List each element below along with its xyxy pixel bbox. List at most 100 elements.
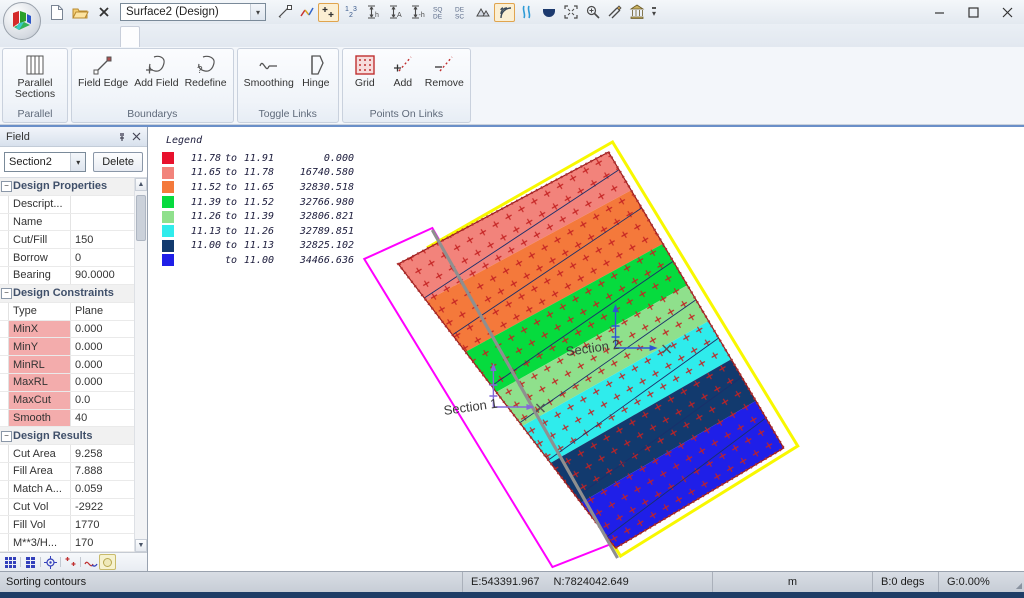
- new-document-icon[interactable]: [46, 3, 66, 21]
- zoom-window-icon[interactable]: [582, 3, 603, 22]
- property-row[interactable]: Borrow 0: [0, 249, 134, 268]
- property-value[interactable]: 0.000: [71, 338, 134, 355]
- menu-item[interactable]: [158, 26, 176, 47]
- set-height-a-icon[interactable]: A: [384, 3, 405, 22]
- property-value[interactable]: Plane: [71, 303, 134, 320]
- property-row[interactable]: MaxCut 0.0: [0, 391, 134, 410]
- menu-item[interactable]: [194, 26, 212, 47]
- redefine-button[interactable]: ? Redefine: [182, 51, 230, 90]
- scroll-up-icon[interactable]: ▲: [135, 178, 147, 191]
- menu-item[interactable]: [102, 26, 120, 47]
- target-icon[interactable]: [42, 554, 59, 570]
- de-sc-icon[interactable]: DE SC: [450, 3, 471, 22]
- scroll-down-icon[interactable]: ▼: [135, 539, 147, 552]
- smoothing-button[interactable]: Smoothing: [241, 51, 297, 90]
- property-row[interactable]: Smooth 40: [0, 409, 134, 428]
- parallel-sections-button[interactable]: Parallel Sections: [6, 51, 64, 101]
- property-row[interactable]: Design Constraints: [0, 284, 134, 303]
- grid-scrollbar[interactable]: ▲ ▼: [134, 178, 147, 552]
- menu-item[interactable]: [248, 26, 266, 47]
- property-row[interactable]: Type Plane: [0, 302, 134, 321]
- property-row[interactable]: Fill Area 7.888: [0, 463, 134, 481]
- grid-view-icon[interactable]: [2, 554, 19, 570]
- property-value[interactable]: 0.000: [71, 321, 134, 338]
- remove-link-points-button[interactable]: Remove: [422, 51, 467, 90]
- property-value[interactable]: [71, 196, 134, 213]
- property-value[interactable]: 0.000: [71, 374, 134, 391]
- close-document-icon[interactable]: [94, 3, 114, 21]
- menu-item[interactable]: [212, 26, 230, 47]
- property-row[interactable]: MinRL 0.000: [0, 356, 134, 374]
- property-row[interactable]: Descript...: [0, 195, 134, 214]
- property-row[interactable]: MaxRL 0.000: [0, 373, 134, 392]
- property-row[interactable]: M**3/H... 170: [0, 534, 134, 553]
- chevron-down-icon[interactable]: ▾: [70, 153, 86, 171]
- scroll-thumb[interactable]: [136, 195, 146, 241]
- add-points-red-icon[interactable]: [62, 554, 79, 570]
- menu-item[interactable]: [230, 26, 248, 47]
- property-value[interactable]: 1770: [71, 516, 134, 533]
- delete-button[interactable]: Delete: [93, 152, 143, 172]
- menu-item[interactable]: [120, 26, 140, 47]
- maximize-button[interactable]: [956, 1, 990, 23]
- property-row[interactable]: Cut Vol -2922: [0, 498, 134, 517]
- section-curve-icon[interactable]: [82, 554, 99, 570]
- field-edge-button[interactable]: Field Edge: [75, 51, 131, 90]
- columns-view-icon[interactable]: [22, 554, 39, 570]
- sq-de-icon[interactable]: SQ DE: [428, 3, 449, 22]
- triangulate-icon[interactable]: [472, 3, 493, 22]
- drawing-canvas[interactable]: Legend 11.78 to 11.91 0.000 11.65 to 11.…: [148, 127, 1024, 571]
- menu-item[interactable]: [176, 26, 194, 47]
- property-row[interactable]: Fill Vol 1770: [0, 516, 134, 535]
- property-row[interactable]: Cut/Fill 150: [0, 231, 134, 250]
- active-tool-icon[interactable]: [99, 554, 116, 570]
- contours-icon[interactable]: [494, 2, 515, 22]
- flow-lines-icon[interactable]: [516, 3, 537, 22]
- numbering-icon[interactable]: 123: [340, 3, 361, 22]
- property-value[interactable]: 0.059: [71, 481, 134, 498]
- property-row[interactable]: Bearing 90.0000: [0, 267, 134, 285]
- hatch-icon[interactable]: [604, 3, 625, 22]
- catchment-icon[interactable]: [538, 3, 559, 22]
- menu-item[interactable]: [302, 26, 320, 47]
- menu-item[interactable]: [266, 26, 284, 47]
- property-value[interactable]: 7.888: [71, 463, 134, 480]
- property-row[interactable]: Design Properties: [0, 178, 134, 196]
- resize-grip[interactable]: ◢: [1010, 572, 1024, 592]
- property-row[interactable]: MinY 0.000: [0, 338, 134, 357]
- add-link-points-button[interactable]: Add: [384, 51, 422, 90]
- menu-item[interactable]: [84, 26, 102, 47]
- property-value[interactable]: 0.000: [71, 356, 134, 373]
- chevron-down-icon[interactable]: ▾: [250, 4, 265, 20]
- property-row[interactable]: Design Results: [0, 427, 134, 446]
- add-points-icon[interactable]: [318, 2, 339, 22]
- property-value[interactable]: 90.0000: [71, 267, 134, 284]
- set-height-icon[interactable]: h: [362, 3, 383, 22]
- property-value[interactable]: -2922: [71, 499, 134, 516]
- minimize-button[interactable]: [922, 1, 956, 23]
- menu-item[interactable]: [140, 26, 158, 47]
- property-value[interactable]: [71, 214, 134, 231]
- property-row[interactable]: MinX 0.000: [0, 320, 134, 339]
- menu-item[interactable]: [320, 26, 338, 47]
- menu-item[interactable]: [66, 26, 84, 47]
- toolbar-overflow-icon[interactable]: ▾: [652, 7, 657, 18]
- property-value[interactable]: 150: [71, 231, 134, 248]
- property-value[interactable]: 9.258: [71, 445, 134, 462]
- property-value[interactable]: 40: [71, 410, 134, 427]
- add-field-button[interactable]: Add Field: [131, 51, 181, 90]
- section-selector[interactable]: Section2 ▾: [4, 152, 87, 172]
- property-value[interactable]: 0.0: [71, 392, 134, 409]
- document-selector[interactable]: Surface2 (Design) ▾: [120, 3, 266, 21]
- benchmark-icon[interactable]: [626, 3, 647, 22]
- colored-polyline-icon[interactable]: [296, 3, 317, 22]
- property-row[interactable]: Cut Area 9.258: [0, 445, 134, 463]
- menu-item[interactable]: [48, 26, 66, 47]
- close-panel-icon[interactable]: [129, 130, 143, 144]
- pin-icon[interactable]: [115, 130, 129, 144]
- app-logo[interactable]: [3, 2, 41, 40]
- menu-item[interactable]: [284, 26, 302, 47]
- pencil-line-icon[interactable]: [274, 3, 295, 22]
- property-value[interactable]: 170: [71, 534, 134, 551]
- open-folder-icon[interactable]: [70, 3, 90, 21]
